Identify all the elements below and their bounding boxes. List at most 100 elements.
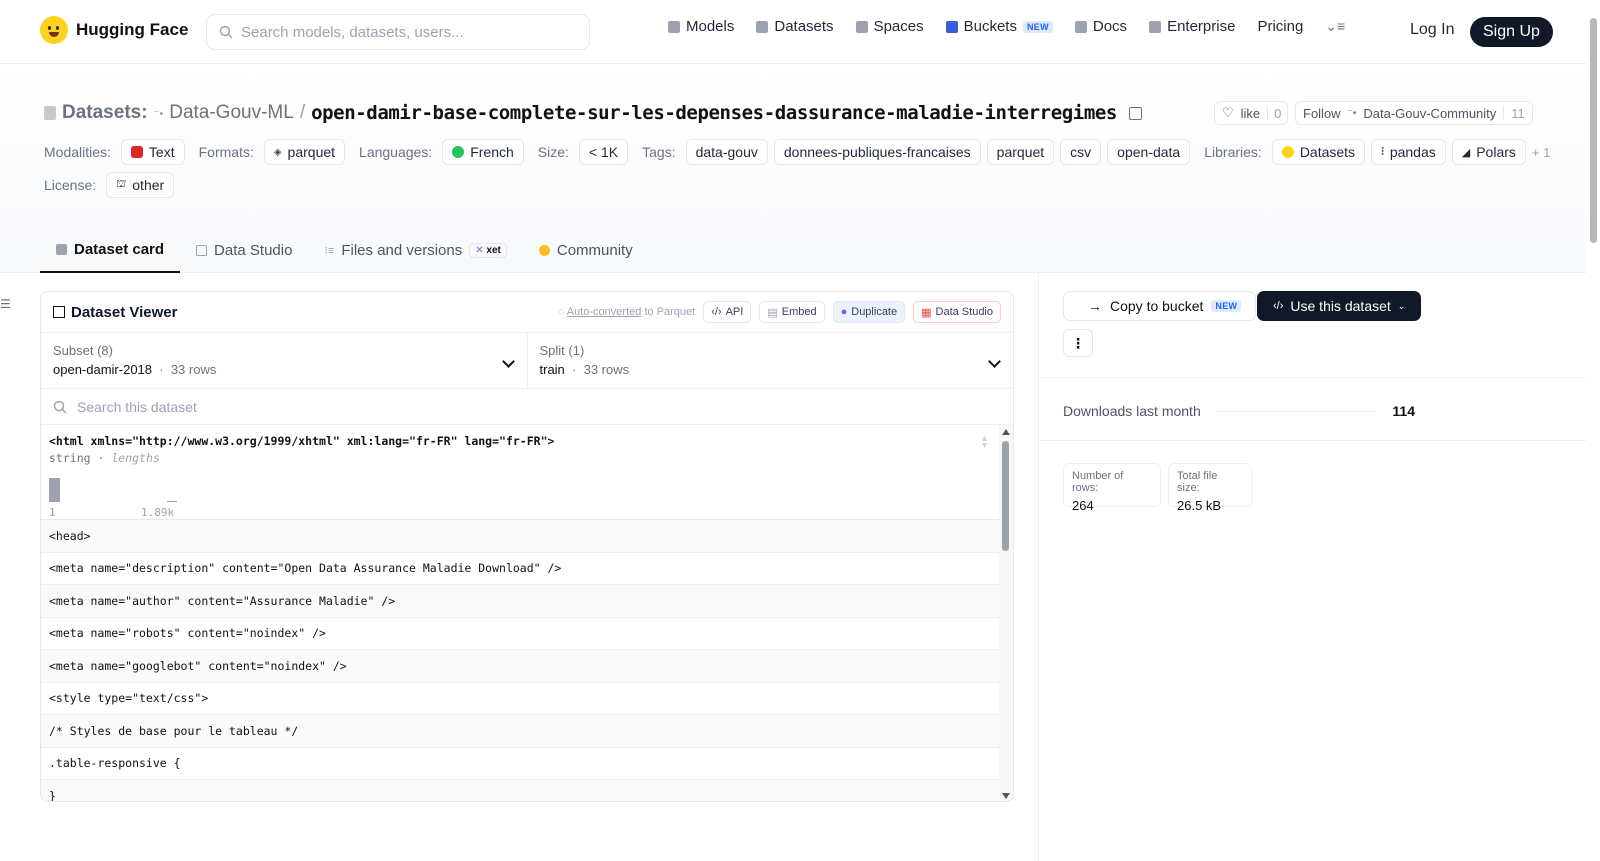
global-search-input[interactable] bbox=[241, 23, 571, 41]
divider bbox=[1039, 440, 1587, 441]
page-scrollbar[interactable] bbox=[1586, 0, 1600, 861]
like-button[interactable]: ♡ like 0 bbox=[1214, 101, 1289, 125]
tag-csv[interactable]: csv bbox=[1060, 139, 1102, 165]
table-row[interactable]: <meta name="googlebot" content="noindex"… bbox=[41, 650, 999, 683]
copy-icon[interactable] bbox=[1128, 106, 1142, 120]
subset-value-text: open-damir-2018 bbox=[53, 362, 153, 377]
scroll-thumb[interactable] bbox=[1002, 441, 1009, 551]
duplicate-icon: ● bbox=[840, 306, 848, 318]
parquet-icon: ◈ bbox=[273, 146, 282, 158]
global-search[interactable] bbox=[206, 14, 590, 50]
tab-dataset-card[interactable]: Dataset card bbox=[40, 227, 181, 273]
lib-polars[interactable]: ◢ Polars bbox=[1451, 139, 1526, 165]
xet-icon: ✕ bbox=[475, 244, 484, 256]
nav-spaces-label: Spaces bbox=[873, 18, 924, 35]
tab-data-studio[interactable]: Data Studio bbox=[180, 227, 308, 273]
nav-enterprise[interactable]: Enterprise bbox=[1149, 18, 1235, 35]
tag-language-french[interactable]: French bbox=[442, 139, 524, 165]
table-row[interactable]: <meta name="robots" content="noindex" /> bbox=[41, 618, 999, 650]
length-histogram bbox=[49, 474, 179, 502]
files-icon: ⁝≡ bbox=[324, 244, 335, 257]
formats-label: Formats: bbox=[198, 144, 254, 160]
libraries-more[interactable]: + 1 bbox=[1532, 145, 1550, 160]
tag-parquet[interactable]: parquet bbox=[986, 139, 1055, 165]
tag-label: Text bbox=[148, 144, 175, 160]
nav-buckets[interactable]: Buckets NEW bbox=[945, 18, 1053, 35]
follow-button[interactable]: Follow ⁻• Data-Gouv-Community 11 bbox=[1295, 101, 1533, 125]
heart-icon: ♡ bbox=[1222, 105, 1234, 120]
table-row[interactable]: <head> bbox=[41, 520, 999, 553]
tag-format-parquet[interactable]: ◈ parquet bbox=[263, 139, 346, 165]
bank-icon: ⛫ bbox=[116, 178, 127, 190]
follow-label: Follow bbox=[1303, 105, 1341, 121]
tag-donnees-publiques[interactable]: donnees-publiques-francaises bbox=[773, 139, 981, 165]
dataset-search-input[interactable] bbox=[77, 398, 677, 415]
org-link[interactable]: Data-Gouv-ML bbox=[169, 102, 294, 124]
scroll-down-icon[interactable] bbox=[1002, 793, 1010, 799]
split-label: Split (1) bbox=[539, 343, 585, 358]
tag-size[interactable]: < 1K bbox=[578, 139, 629, 165]
languages-label: Languages: bbox=[359, 144, 433, 160]
tag-modality-text[interactable]: Text bbox=[120, 139, 185, 165]
table-row[interactable]: <meta name="description" content="Open D… bbox=[41, 553, 999, 585]
hugging-face-logo-icon bbox=[40, 16, 68, 44]
more-menu-icon[interactable]: ⌄≡ bbox=[1325, 18, 1345, 35]
table-row[interactable]: <style type="text/css"> bbox=[41, 683, 999, 715]
new-badge: NEW bbox=[1211, 300, 1242, 312]
code-icon: ‹/› bbox=[711, 306, 722, 318]
duplicate-button[interactable]: ● Duplicate bbox=[832, 301, 906, 323]
copy-to-bucket-button[interactable]: → Copy to bucket NEW bbox=[1063, 291, 1257, 321]
column-header[interactable]: <html xmlns="http://www.w3.org/1999/xhtm… bbox=[41, 425, 999, 520]
copy-to-bucket-label: Copy to bucket bbox=[1110, 298, 1204, 314]
embed-label: Embed bbox=[781, 306, 817, 318]
sort-icon[interactable]: ▲ ▼ bbox=[980, 434, 989, 450]
logo[interactable]: Hugging Face bbox=[40, 16, 188, 44]
table-row[interactable]: <meta name="author" content="Assurance M… bbox=[41, 585, 999, 618]
signup-button[interactable]: Sign Up bbox=[1470, 17, 1553, 47]
table-scrollbar[interactable] bbox=[999, 425, 1013, 801]
histogram-bar[interactable] bbox=[167, 501, 177, 502]
tag-data-gouv[interactable]: data-gouv bbox=[685, 139, 768, 165]
rows-stat: Number of rows: 264 bbox=[1063, 463, 1161, 513]
nav-enterprise-label: Enterprise bbox=[1167, 18, 1236, 35]
nav-models-label: Models bbox=[686, 18, 735, 35]
nav-docs[interactable]: Docs bbox=[1074, 18, 1127, 35]
dataset-name-link[interactable]: open-damir-base-complete-sur-les-depense… bbox=[311, 102, 1117, 124]
tab-community[interactable]: Community bbox=[523, 227, 649, 273]
subset-label: Subset (8) bbox=[53, 343, 113, 358]
rows-stat-label: Number of rows: bbox=[1072, 470, 1124, 494]
histogram-bar[interactable] bbox=[49, 478, 60, 502]
page-scroll-thumb[interactable] bbox=[1590, 18, 1597, 243]
table-row[interactable]: /* Styles de base pour le tableau */ bbox=[41, 715, 999, 748]
login-link[interactable]: Log In bbox=[1410, 21, 1454, 39]
lib-pandas[interactable]: ⫶ pandas bbox=[1371, 139, 1446, 165]
data-studio-button[interactable]: ▦ Data Studio bbox=[913, 301, 1001, 323]
embed-button[interactable]: ▤ Embed bbox=[759, 301, 825, 323]
dataset-search[interactable] bbox=[41, 389, 1013, 425]
auto-converted-link[interactable]: Auto-converted bbox=[567, 306, 642, 318]
nav-pricing[interactable]: Pricing bbox=[1257, 18, 1303, 35]
tag-open-data[interactable]: open-data bbox=[1107, 139, 1191, 165]
split-select[interactable]: Split (1) train · 33 rows bbox=[526, 333, 1014, 388]
data-table: <html xmlns="http://www.w3.org/1999/xhtm… bbox=[41, 425, 1013, 801]
nav-buckets-label: Buckets bbox=[963, 18, 1017, 35]
nav-spaces[interactable]: Spaces bbox=[855, 18, 924, 35]
table-row[interactable]: } bbox=[41, 780, 999, 801]
nav-datasets[interactable]: Datasets bbox=[756, 18, 834, 35]
nav-models[interactable]: Models bbox=[668, 18, 734, 35]
scroll-up-icon[interactable] bbox=[1002, 429, 1010, 435]
use-dataset-button[interactable]: ‹/› Use this dataset ⌄ bbox=[1257, 291, 1422, 321]
rows-stat-value: 264 bbox=[1072, 498, 1094, 513]
license-label: License: bbox=[44, 177, 97, 193]
tab-files-versions[interactable]: ⁝≡ Files and versions ✕ xet bbox=[308, 227, 522, 273]
dataset-icon bbox=[44, 106, 56, 120]
column-type: string · lengths bbox=[49, 451, 160, 465]
api-button[interactable]: ‹/› API bbox=[703, 301, 752, 323]
lib-datasets[interactable]: Datasets bbox=[1271, 139, 1366, 165]
data-studio-label: Data Studio bbox=[935, 306, 993, 318]
table-row[interactable]: .table-responsive { bbox=[41, 748, 999, 780]
subset-select[interactable]: Subset (8) open-damir-2018 · 33 rows bbox=[41, 333, 527, 388]
tag-license[interactable]: ⛫ other bbox=[106, 172, 175, 198]
sidebar-toggle-icon[interactable]: ☰ bbox=[0, 297, 11, 311]
more-options-icon[interactable]: ⋮ bbox=[1063, 329, 1093, 357]
